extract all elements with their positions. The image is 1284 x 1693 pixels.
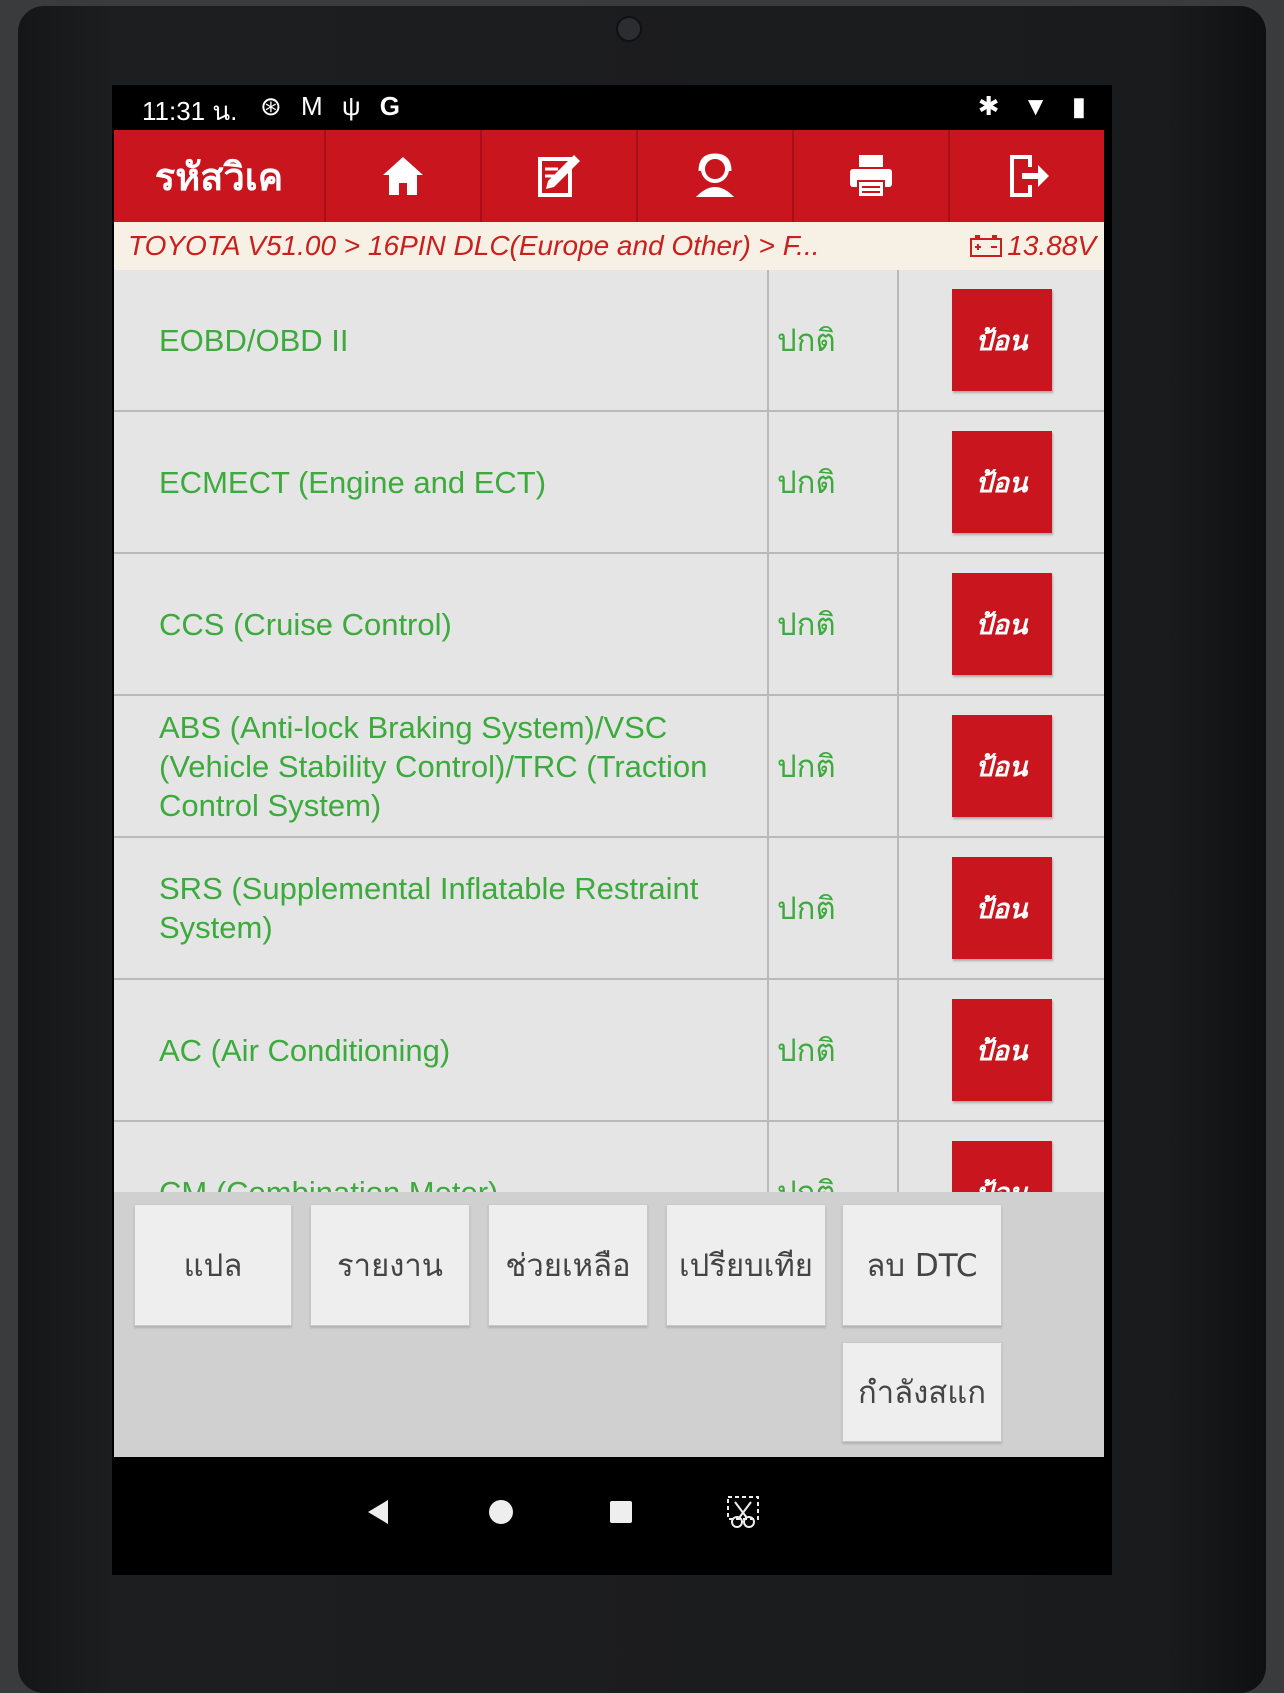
translate-button[interactable]: แปล — [134, 1204, 292, 1326]
system-status: ปกติ — [769, 838, 899, 978]
compare-button[interactable]: เปรียบเทีย — [666, 1204, 826, 1326]
scissors-icon — [727, 1496, 759, 1528]
system-row[interactable]: ABS (Anti-lock Braking System)/VSC (Vehi… — [114, 696, 1104, 838]
home-icon — [383, 157, 423, 195]
device-screen: 11:31 น. ⊛ M ψ G ✱ ▼ ▮ รหัสวิเค TOYOTA V… — [112, 85, 1112, 1575]
wifi-icon: ▼ — [1022, 91, 1057, 121]
aperture-icon: ⊛ — [260, 91, 288, 121]
gmail-icon: M — [301, 91, 329, 121]
recents-button[interactable] — [596, 1487, 646, 1537]
system-name: AC (Air Conditioning) — [114, 980, 769, 1120]
usb-debug-icon: ψ — [341, 91, 367, 121]
screenshot-button[interactable] — [718, 1487, 768, 1537]
voltage-value: 13.88V — [1007, 230, 1096, 261]
exit-button[interactable] — [948, 130, 1104, 222]
system-name: SRS (Supplemental Inflatable Restraint S… — [114, 838, 769, 978]
car-battery-icon — [970, 235, 1003, 257]
user-icon — [696, 153, 734, 197]
status-notification-icons: ⊛ M ψ G — [260, 91, 406, 122]
breadcrumb: TOYOTA V51.00 > 16PIN DLC(Europe and Oth… — [114, 222, 1104, 270]
back-icon — [368, 1500, 388, 1524]
system-row[interactable]: CCS (Cruise Control) ปกติ ป้อน — [114, 554, 1104, 696]
circle-home-icon — [489, 1500, 513, 1524]
enter-button[interactable]: ป้อน — [951, 431, 1052, 533]
app-toolbar: รหัสวิเค — [114, 130, 1104, 222]
scanning-button[interactable]: กำลังสแก — [842, 1342, 1002, 1442]
back-button[interactable] — [354, 1487, 404, 1537]
front-camera — [616, 16, 642, 42]
home-nav-button[interactable] — [476, 1487, 526, 1537]
status-bar: 11:31 น. ⊛ M ψ G ✱ ▼ ▮ — [112, 85, 1112, 130]
system-status: ปกติ — [769, 980, 899, 1120]
print-icon — [850, 155, 892, 198]
user-button[interactable] — [636, 130, 792, 222]
battery-voltage: 13.88V — [969, 230, 1104, 262]
system-row[interactable]: EOBD/OBD II ปกติ ป้อน — [114, 270, 1104, 412]
enter-button[interactable]: ป้อน — [951, 999, 1052, 1101]
system-list: EOBD/OBD II ปกติ ป้อน ECMECT (Engine and… — [114, 270, 1104, 1292]
print-button[interactable] — [792, 130, 948, 222]
enter-button[interactable]: ป้อน — [951, 573, 1052, 675]
system-status: ปกติ — [769, 554, 899, 694]
square-recents-icon — [610, 1501, 632, 1523]
system-name: CCS (Cruise Control) — [114, 554, 769, 694]
system-name: ECMECT (Engine and ECT) — [114, 412, 769, 552]
exit-icon — [1010, 155, 1049, 197]
function-bar: แปล รายงาน ช่วยเหลือ เปรียบเทีย ลบ DTC ก… — [114, 1192, 1104, 1457]
clear-dtc-button[interactable]: ลบ DTC — [842, 1204, 1002, 1326]
home-button[interactable] — [324, 130, 480, 222]
system-row[interactable]: SRS (Supplemental Inflatable Restraint S… — [114, 838, 1104, 980]
android-nav-bar — [112, 1457, 1112, 1575]
system-status: ปกติ — [769, 270, 899, 410]
system-row[interactable]: ECMECT (Engine and ECT) ปกติ ป้อน — [114, 412, 1104, 554]
system-status: ปกติ — [769, 696, 899, 836]
bluetooth-icon: ✱ — [977, 91, 1008, 121]
enter-button[interactable]: ป้อน — [951, 715, 1052, 817]
help-button[interactable]: ช่วยเหลือ — [488, 1204, 648, 1326]
edit-button[interactable] — [480, 130, 636, 222]
report-button[interactable]: รายงาน — [310, 1204, 470, 1326]
page-title: รหัสวิเค — [154, 154, 284, 199]
edit-icon — [538, 155, 580, 197]
system-name: ABS (Anti-lock Braking System)/VSC (Vehi… — [114, 696, 769, 836]
google-icon: G — [379, 91, 406, 121]
enter-button[interactable]: ป้อน — [951, 857, 1052, 959]
system-row[interactable]: AC (Air Conditioning) ปกติ ป้อน — [114, 980, 1104, 1122]
system-status: ปกติ — [769, 412, 899, 552]
system-name: EOBD/OBD II — [114, 270, 769, 410]
battery-icon: ▮ — [1071, 91, 1094, 121]
enter-button[interactable]: ป้อน — [951, 289, 1052, 391]
breadcrumb-path: TOYOTA V51.00 > 16PIN DLC(Europe and Oth… — [128, 230, 820, 261]
status-system-icons: ✱ ▼ ▮ — [978, 91, 1094, 122]
status-time: 11:31 น. — [142, 96, 238, 126]
